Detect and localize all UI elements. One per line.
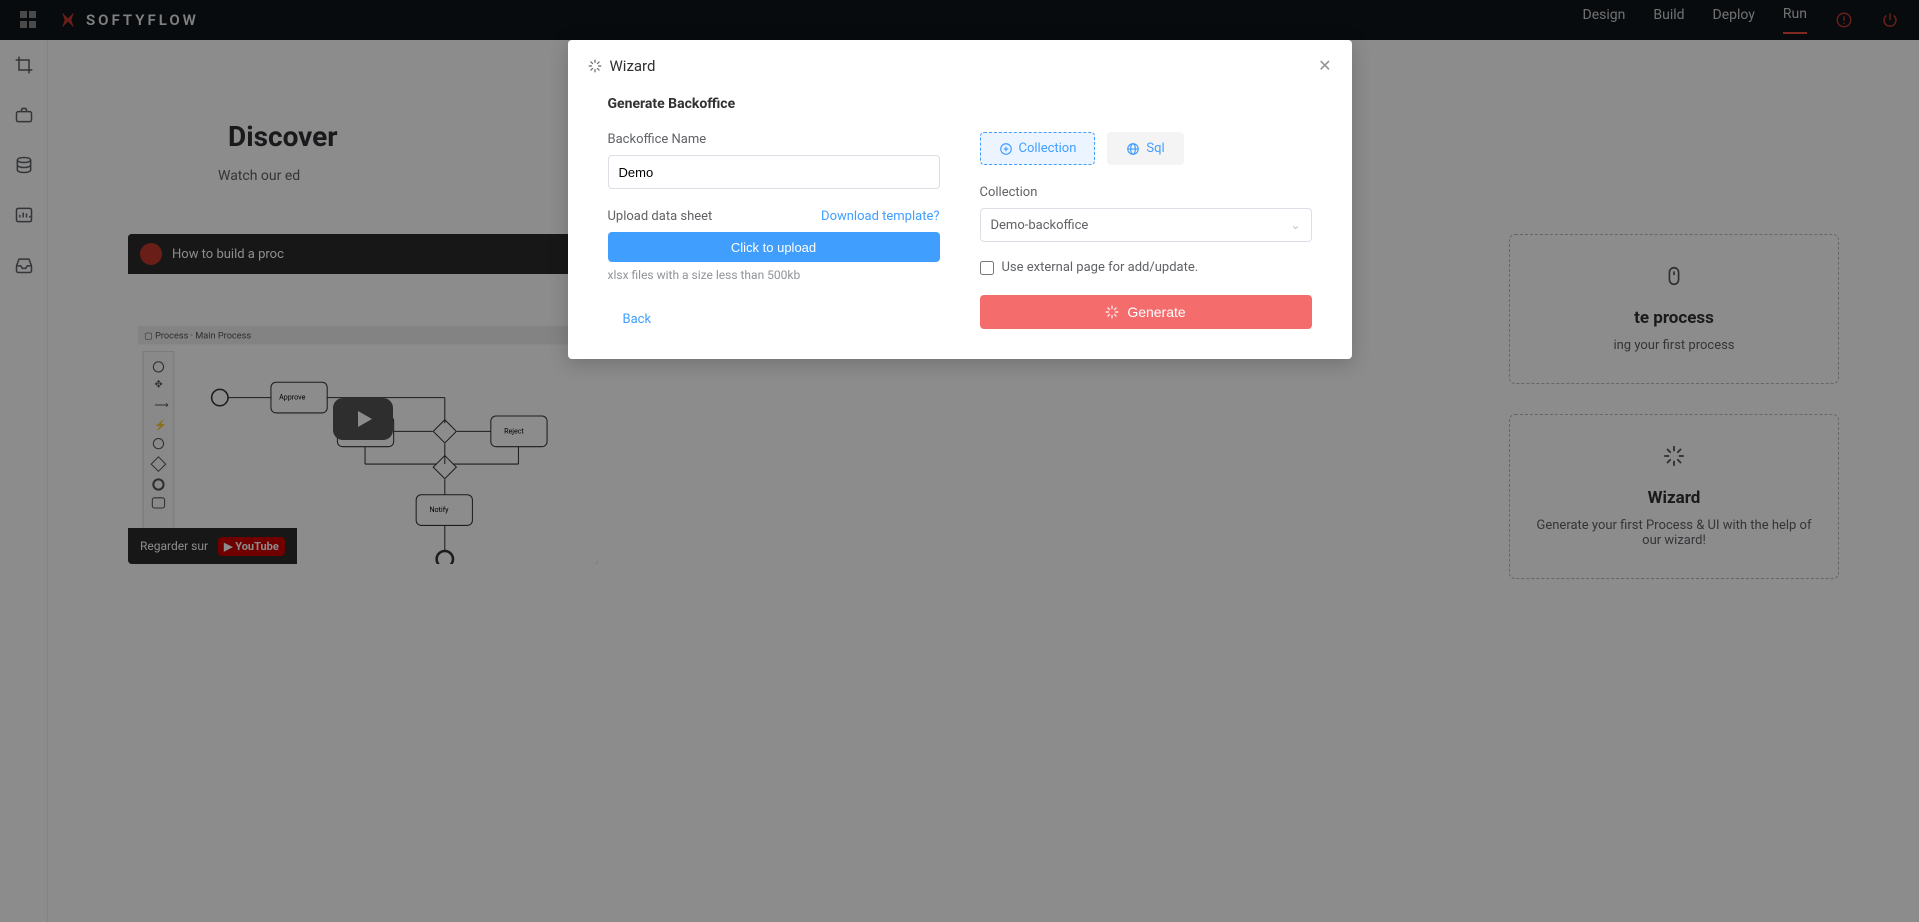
section-heading: Generate Backoffice	[608, 96, 1312, 112]
right-form-column: Collection Sql Collection Demo-backoffic…	[980, 132, 1312, 329]
external-page-checkbox[interactable]	[980, 261, 994, 275]
chevron-down-icon: ⌄	[1290, 218, 1300, 232]
upload-tip: xlsx files with a size less than 500kb	[608, 268, 940, 282]
globe-icon	[1126, 142, 1140, 156]
loading-icon	[1105, 305, 1119, 319]
plus-circle-icon	[999, 142, 1013, 156]
collection-select[interactable]: Demo-backoffice ⌄	[980, 208, 1312, 242]
checkbox-label: Use external page for add/update.	[1002, 260, 1199, 275]
name-label: Backoffice Name	[608, 132, 940, 147]
loading-icon	[588, 59, 602, 73]
tab-sql[interactable]: Sql	[1107, 132, 1183, 165]
modal-title: Wizard	[610, 57, 656, 75]
tab-collection[interactable]: Collection	[980, 132, 1096, 165]
external-page-checkbox-row[interactable]: Use external page for add/update.	[980, 260, 1312, 275]
wizard-modal: Wizard ✕ Generate Backoffice Backoffice …	[568, 40, 1352, 359]
generate-button[interactable]: Generate	[980, 295, 1312, 329]
close-icon[interactable]: ✕	[1318, 56, 1331, 75]
tab-label: Sql	[1146, 141, 1164, 156]
select-value: Demo-backoffice	[991, 218, 1089, 233]
left-form-column: Backoffice Name Upload data sheet Downlo…	[608, 132, 940, 329]
generate-label: Generate	[1127, 304, 1185, 320]
tab-label: Collection	[1019, 141, 1077, 156]
download-template-link[interactable]: Download template?	[821, 209, 939, 224]
upload-label: Upload data sheet	[608, 209, 713, 224]
collection-label: Collection	[980, 185, 1312, 200]
modal-header: Wizard ✕	[568, 40, 1352, 91]
backoffice-name-input[interactable]	[608, 155, 940, 189]
source-type-tabs: Collection Sql	[980, 132, 1312, 165]
upload-button[interactable]: Click to upload	[608, 232, 940, 262]
modal-body: Generate Backoffice Backoffice Name Uplo…	[568, 91, 1352, 359]
back-link[interactable]: Back	[623, 312, 652, 327]
